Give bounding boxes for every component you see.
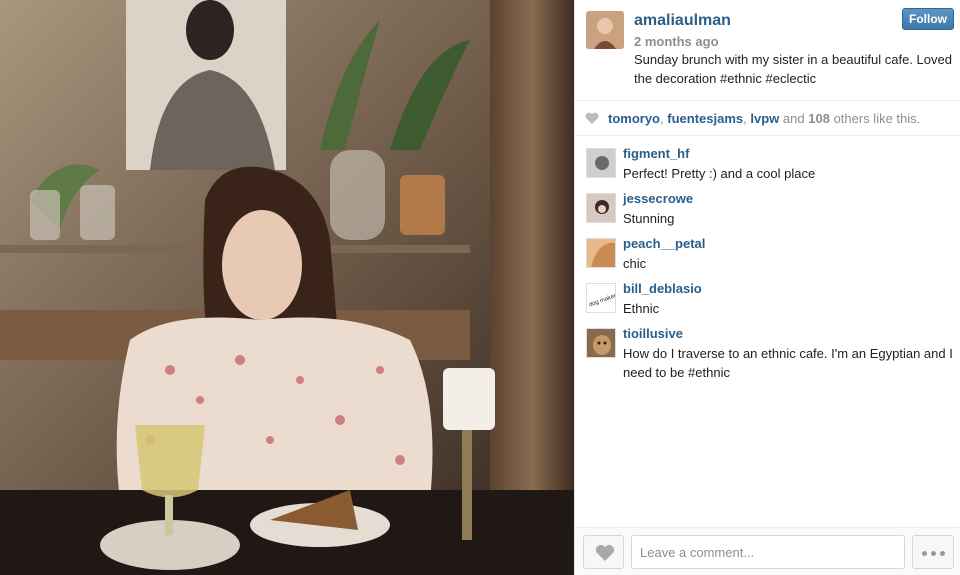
liker-link[interactable]: lvpw <box>750 111 779 126</box>
post-caption: Sunday brunch with my sister in a beauti… <box>634 52 952 86</box>
user-avatar-icon: dog maker <box>587 284 615 312</box>
user-avatar-icon <box>587 194 615 222</box>
likes-count[interactable]: 108 <box>808 111 830 126</box>
more-options-button[interactable] <box>912 535 954 569</box>
comments-list: figment_hf Perfect! Pretty :) and a cool… <box>575 146 960 386</box>
avatar[interactable]: dog maker <box>586 283 616 313</box>
follow-button[interactable]: Follow <box>902 8 954 30</box>
comment-text: How do I traverse to an ethnic cafe. I'm… <box>623 346 953 380</box>
user-avatar-icon <box>587 329 615 357</box>
ellipsis-icon <box>922 551 927 556</box>
comment-footer <box>575 527 960 575</box>
comment-item: peach__petal chic <box>575 236 960 281</box>
likes-row: tomoryo, fuentesjams, lvpw and 108 other… <box>575 100 960 136</box>
cafe-photo <box>0 0 574 575</box>
user-avatar-icon <box>587 149 615 177</box>
ellipsis-icon <box>931 551 936 556</box>
avatar[interactable] <box>586 11 624 49</box>
heart-icon <box>585 112 599 124</box>
comment-text: chic <box>623 256 647 271</box>
liker-link[interactable]: fuentesjams <box>667 111 743 126</box>
avatar[interactable] <box>586 238 616 268</box>
comment-input[interactable] <box>631 535 905 569</box>
comment-item: jessecrowe Stunning <box>575 191 960 236</box>
likes-summary: tomoryo, fuentesjams, lvpw and 108 other… <box>608 111 921 126</box>
liker-link[interactable]: tomoryo <box>608 111 660 126</box>
post-username[interactable]: amaliaulman <box>634 12 731 30</box>
comment-username[interactable]: peach__petal <box>623 236 705 251</box>
post-side-panel: amaliaulman 2 months ago Sunday brunch w… <box>574 0 960 575</box>
comment-username[interactable]: jessecrowe <box>623 191 693 206</box>
heart-icon <box>595 544 615 561</box>
post-header: amaliaulman 2 months ago Sunday brunch w… <box>575 0 960 100</box>
user-avatar-icon <box>587 239 615 267</box>
avatar[interactable] <box>586 328 616 358</box>
avatar[interactable] <box>586 148 616 178</box>
post-timestamp[interactable]: 2 months ago <box>634 34 719 49</box>
comment-username[interactable]: figment_hf <box>623 146 689 161</box>
comment-item: tioillusive How do I traverse to an ethn… <box>575 326 960 386</box>
comment-text: Ethnic <box>623 301 660 316</box>
comment-username[interactable]: tioillusive <box>623 326 683 341</box>
comment-text: Stunning <box>623 211 675 226</box>
ellipsis-icon <box>940 551 945 556</box>
comment-username[interactable]: bill_deblasio <box>623 281 702 296</box>
user-avatar-icon <box>586 11 624 49</box>
post-photo[interactable] <box>0 0 574 575</box>
comment-item: figment_hf Perfect! Pretty :) and a cool… <box>575 146 960 191</box>
like-button[interactable] <box>583 535 624 569</box>
comment-item: dog maker bill_deblasio Ethnic <box>575 281 960 326</box>
comment-text: Perfect! Pretty :) and a cool place <box>623 166 816 181</box>
avatar[interactable] <box>586 193 616 223</box>
